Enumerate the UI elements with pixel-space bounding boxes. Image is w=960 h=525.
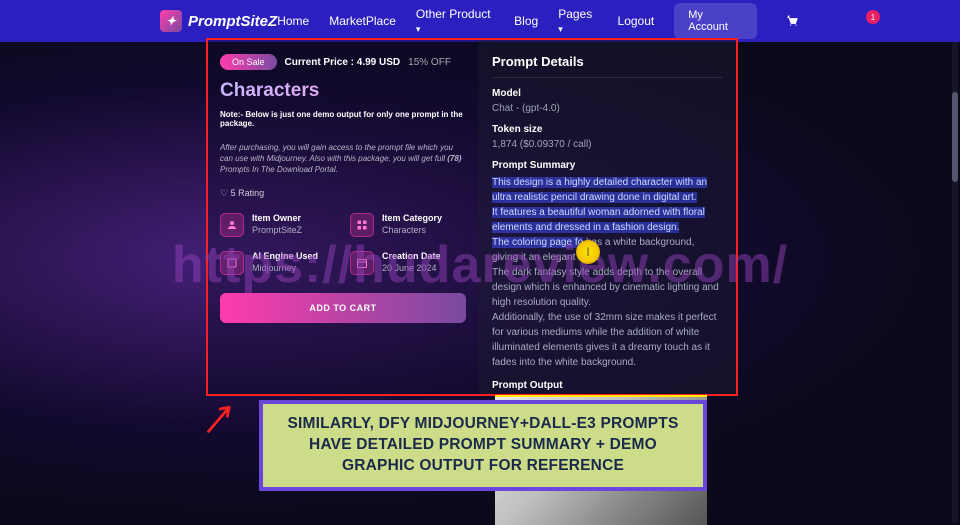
top-nav-bar: ✦ PromptSiteZ Home MarketPlace Other Pro… (0, 0, 960, 42)
current-price: Current Price : 4.99 USD (285, 57, 401, 68)
summary-highlight-1: This design is a highly detailed charact… (492, 177, 707, 203)
creation-date-cell: Creation Date 20 June 2024 (350, 251, 466, 275)
logo[interactable]: ✦ PromptSiteZ (160, 10, 277, 32)
owner-value: PromptSiteZ (252, 225, 302, 235)
date-label: Creation Date (382, 251, 441, 261)
cart-icon[interactable] (785, 13, 800, 29)
summary-highlight-3: The coloring page fo (492, 237, 583, 248)
token-size-label: Token size (492, 124, 722, 135)
engine-icon (220, 251, 244, 275)
logo-icon: ✦ (160, 10, 182, 32)
nav-marketplace[interactable]: MarketPlace (329, 14, 396, 28)
nav-logout[interactable]: Logout (618, 14, 655, 28)
token-size-value: 1,874 ($0.09370 / call) (492, 139, 722, 150)
nav-pages[interactable]: Pages (558, 7, 597, 35)
nav-other-product[interactable]: Other Product (416, 7, 494, 35)
item-category-cell: Item Category Characters (350, 213, 466, 237)
on-sale-badge: On Sale (220, 54, 277, 70)
annotation-arrow-icon (204, 400, 240, 434)
product-detail-panel: On Sale Current Price : 4.99 USD 15% OFF… (206, 38, 738, 396)
prompt-output-label: Prompt Output (492, 380, 722, 391)
date-value: 20 June 2024 (382, 263, 441, 273)
product-left-column: On Sale Current Price : 4.99 USD 15% OFF… (208, 40, 478, 394)
discount-text: 15% OFF (408, 57, 451, 68)
annotation-callout: SIMILARLY, DFY MIDJOURNEY+DALL-E3 PROMPT… (259, 400, 707, 491)
scrollbar-thumb[interactable] (952, 92, 958, 182)
ai-engine-cell: AI Engine Used Midjourney (220, 251, 336, 275)
product-info-grid: Item Owner PromptSiteZ Item Category Cha… (220, 213, 466, 275)
my-account-button[interactable]: My Account (674, 3, 756, 39)
product-description: After purchasing, you will gain access t… (220, 142, 466, 176)
logo-text: PromptSiteZ (188, 13, 277, 30)
summary-plain-1: The dark fantasy style adds depth to the… (492, 267, 719, 308)
notification-badge[interactable]: 1 (866, 10, 880, 24)
engine-value: Midjourney (252, 263, 318, 273)
calendar-icon (350, 251, 374, 275)
summary-plain-2: Additionally, the use of 32mm size makes… (492, 312, 716, 368)
summary-text[interactable]: This design is a highly detailed charact… (492, 175, 722, 370)
item-owner-cell: Item Owner PromptSiteZ (220, 213, 336, 237)
rating-text: ♡ 5 Rating (220, 188, 466, 199)
main-nav: Home MarketPlace Other Product Blog Page… (277, 3, 800, 39)
price-row: On Sale Current Price : 4.99 USD 15% OFF (220, 54, 466, 70)
page-scrollbar[interactable] (952, 42, 958, 522)
prompt-details-heading: Prompt Details (492, 54, 722, 78)
model-value: Chat - (gpt-4.0) (492, 103, 722, 114)
product-note: Note:- Below is just one demo output for… (220, 110, 466, 128)
category-value: Characters (382, 225, 442, 235)
category-icon (350, 213, 374, 237)
summary-label: Prompt Summary (492, 160, 722, 171)
prompt-details-column: Prompt Details Model Chat - (gpt-4.0) To… (478, 40, 736, 394)
product-title: Characters (220, 80, 466, 102)
add-to-cart-button[interactable]: ADD TO CART (220, 293, 466, 323)
summary-highlight-2: It features a beautiful woman adorned wi… (492, 207, 705, 233)
user-icon (220, 213, 244, 237)
model-label: Model (492, 88, 722, 99)
engine-label: AI Engine Used (252, 251, 318, 261)
owner-label: Item Owner (252, 213, 302, 223)
category-label: Item Category (382, 213, 442, 223)
nav-home[interactable]: Home (277, 14, 309, 28)
text-cursor-indicator: I (576, 240, 600, 264)
callout-text: SIMILARLY, DFY MIDJOURNEY+DALL-E3 PROMPT… (271, 414, 695, 477)
nav-blog[interactable]: Blog (514, 14, 538, 28)
